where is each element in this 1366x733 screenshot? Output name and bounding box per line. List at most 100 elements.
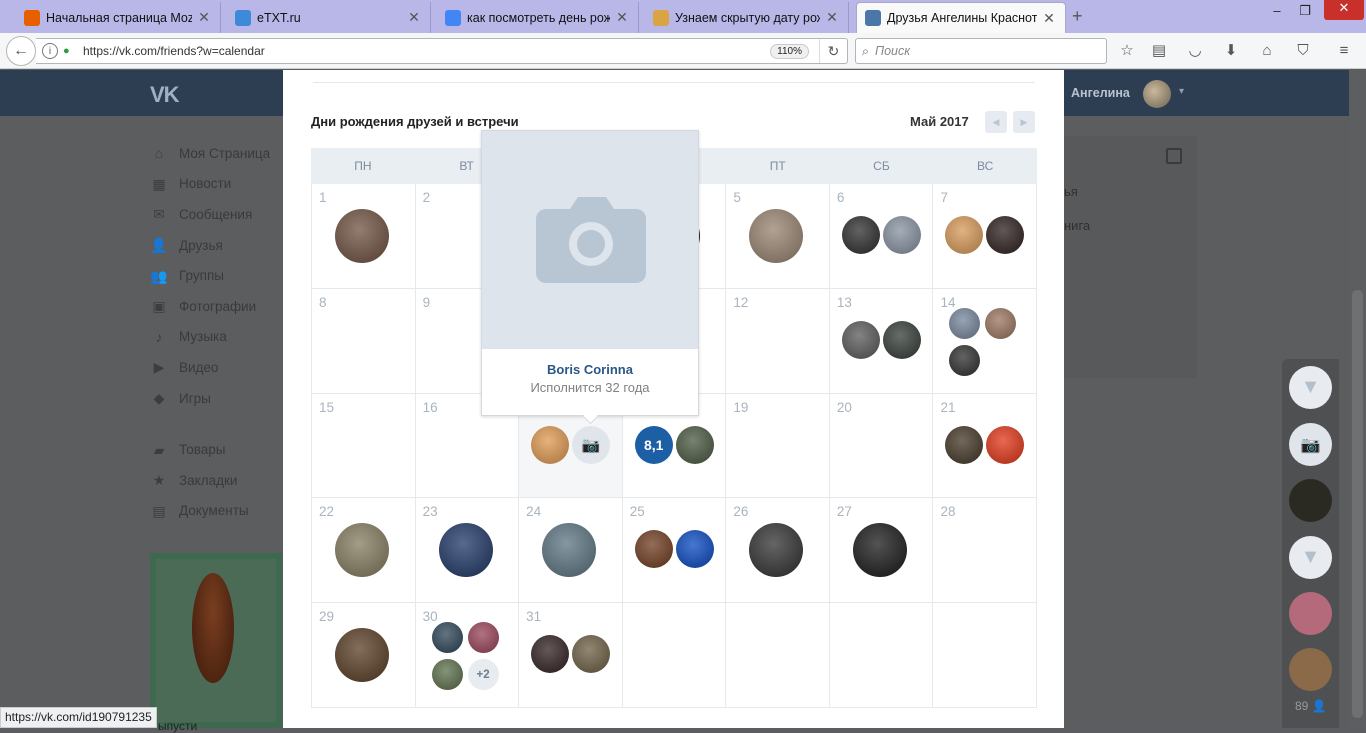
calendar-day-cell: 29 xyxy=(311,603,415,707)
vk-logo[interactable]: VK xyxy=(150,82,180,108)
cockroach-image xyxy=(192,573,234,683)
online-count[interactable]: 89 👤 xyxy=(1295,699,1327,713)
shield-icon[interactable]: ⛉ xyxy=(1294,42,1312,60)
header-avatar[interactable] xyxy=(1143,80,1171,108)
close-tab-icon[interactable]: ✕ xyxy=(196,9,212,26)
browser-tab[interactable]: Друзья Ангелины Краснота ✕ xyxy=(856,2,1066,33)
reading-list-icon[interactable]: ▤ xyxy=(1150,42,1168,60)
friend-avatar[interactable] xyxy=(335,209,389,263)
friend-avatar[interactable] xyxy=(335,628,389,683)
nav-item[interactable]: ✉ Сообщения xyxy=(150,199,290,230)
friend-avatar[interactable] xyxy=(1289,479,1332,522)
search-icon: ⌕ xyxy=(862,43,870,58)
friend-photo-placeholder[interactable] xyxy=(482,131,698,349)
friend-avatar[interactable] xyxy=(335,523,389,578)
nav-item[interactable]: ⌂ Моя Страница xyxy=(150,138,290,169)
new-tab-button[interactable]: + xyxy=(1072,6,1083,27)
friend-avatar[interactable] xyxy=(749,523,804,578)
close-tab-icon[interactable]: ✕ xyxy=(1041,10,1057,27)
day-number: 20 xyxy=(836,399,852,415)
friend-avatar[interactable] xyxy=(882,216,921,254)
friend-avatar[interactable] xyxy=(949,344,981,376)
close-tab-icon[interactable]: ✕ xyxy=(824,9,840,26)
url-bar[interactable]: i ● https://vk.com/friends?w=calendar 11… xyxy=(36,38,848,64)
browser-tab[interactable]: Начальная страница Mozilla ✕ xyxy=(16,2,221,33)
minimize-button[interactable]: – xyxy=(1263,3,1291,23)
friend-avatar[interactable] xyxy=(749,209,804,263)
zoom-level[interactable]: 110% xyxy=(770,43,809,59)
page-scrollbar[interactable] xyxy=(1349,70,1366,728)
friend-avatar[interactable] xyxy=(1289,592,1332,635)
friend-avatar-deactivated[interactable]: ▼ xyxy=(1289,366,1332,409)
nav-item[interactable]: ▰ Товары xyxy=(150,434,290,465)
friend-avatar[interactable] xyxy=(467,622,499,654)
friend-avatar[interactable] xyxy=(675,530,714,569)
friend-avatar-placeholder[interactable]: 📷 xyxy=(572,425,611,464)
next-month-button[interactable]: ▶ xyxy=(1013,111,1035,133)
close-tab-icon[interactable]: ✕ xyxy=(614,9,630,26)
nav-item[interactable]: ▶ Видео xyxy=(150,352,290,383)
nav-item-label: Игры xyxy=(179,390,211,406)
friend-avatar[interactable] xyxy=(986,216,1025,254)
reload-icon[interactable]: ↻ xyxy=(819,39,847,63)
friend-avatar[interactable] xyxy=(431,622,463,654)
friend-avatar[interactable] xyxy=(675,425,714,464)
close-window-button[interactable]: ✕ xyxy=(1324,0,1364,20)
calendar-week-row: 29 30 +2 31 xyxy=(311,603,1038,708)
nav-item[interactable]: ◆ Игры xyxy=(150,383,290,414)
promo-image[interactable]: ыпусти xyxy=(150,553,282,733)
menu-icon[interactable]: ≡ xyxy=(1335,42,1353,60)
friend-avatar[interactable] xyxy=(841,320,880,359)
friend-avatar[interactable] xyxy=(882,320,921,359)
prev-month-button[interactable]: ◀ xyxy=(985,111,1007,133)
friend-avatar[interactable] xyxy=(431,659,463,691)
close-tab-icon[interactable]: ✕ xyxy=(406,9,422,26)
nav-item[interactable]: ▤ Документы xyxy=(150,496,290,527)
maximize-button[interactable]: ❐ xyxy=(1291,3,1319,23)
nav-item[interactable]: ♪ Музыка xyxy=(150,322,290,353)
friend-avatar[interactable] xyxy=(986,425,1025,464)
home-icon[interactable]: ⌂ xyxy=(1258,42,1276,60)
back-button[interactable]: ← xyxy=(6,36,36,66)
friend-avatar[interactable] xyxy=(945,216,984,254)
friend-avatar[interactable] xyxy=(572,635,611,674)
friend-avatar-placeholder[interactable]: 📷 xyxy=(1289,423,1332,466)
friend-avatar[interactable] xyxy=(1289,648,1332,691)
calendar-icon[interactable] xyxy=(1166,148,1182,164)
nav-item[interactable]: ▣ Фотографии xyxy=(150,291,290,322)
friend-avatar[interactable] xyxy=(438,523,493,578)
browser-tab[interactable]: как посмотреть день рожд ✕ xyxy=(437,2,639,33)
scrollbar-thumb[interactable] xyxy=(1352,290,1363,718)
tooltip-friend-name[interactable]: Boris Corinna xyxy=(482,362,698,377)
browser-tab[interactable]: Узнаем скрытую дату рожд ✕ xyxy=(645,2,849,33)
nav-item[interactable]: 👥 Группы xyxy=(150,260,290,291)
friend-avatar[interactable] xyxy=(531,425,570,464)
search-input[interactable]: ⌕ Поиск xyxy=(855,38,1107,64)
weekday-label: ПТ xyxy=(769,159,786,173)
nav-item[interactable]: ★ Закладки xyxy=(150,465,290,496)
friend-avatar[interactable] xyxy=(852,523,907,578)
info-icon[interactable]: i xyxy=(42,43,58,59)
friend-avatar[interactable] xyxy=(542,523,597,578)
friend-avatar[interactable] xyxy=(949,307,981,339)
friend-avatar[interactable] xyxy=(531,635,570,674)
friend-avatar[interactable] xyxy=(841,216,880,254)
pocket-icon[interactable]: ◡ xyxy=(1186,42,1204,60)
bookmark-star-icon[interactable]: ☆ xyxy=(1118,42,1136,60)
header-user-name[interactable]: Ангелина xyxy=(1071,86,1130,100)
day-number: 23 xyxy=(422,504,438,520)
download-icon[interactable]: ⬇ xyxy=(1222,42,1240,60)
friend-avatar[interactable] xyxy=(945,425,984,464)
friend-avatar-deactivated[interactable]: ▼ xyxy=(1289,536,1332,579)
calendar-day-cell: 28 xyxy=(932,498,1038,603)
nav-item[interactable]: 👤 Друзья xyxy=(150,230,290,261)
more-friends-button[interactable]: +2 xyxy=(467,659,499,691)
nav-item[interactable]: ▦ Новости xyxy=(150,169,290,200)
url-text[interactable]: https://vk.com/friends?w=calendar xyxy=(83,44,770,58)
friend-avatar[interactable] xyxy=(634,530,673,569)
browser-tab[interactable]: eTXT.ru ✕ xyxy=(227,2,431,33)
tab-title: Друзья Ангелины Краснота xyxy=(887,11,1037,25)
chevron-down-icon[interactable]: ▾ xyxy=(1179,86,1184,97)
friend-avatar[interactable]: 8,1 xyxy=(634,425,673,464)
friend-avatar[interactable] xyxy=(985,307,1017,339)
